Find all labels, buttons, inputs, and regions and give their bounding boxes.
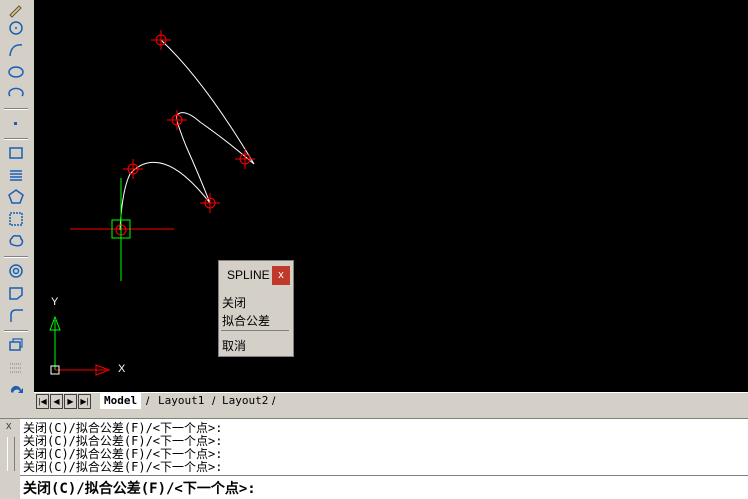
pencil-icon[interactable] (6, 0, 26, 20)
tab-layout2[interactable]: Layout2 (218, 393, 272, 409)
prev-tab-button[interactable]: ◀ (50, 394, 63, 409)
ellipse-arc-icon[interactable] (6, 84, 26, 104)
tab-divider: / (146, 394, 150, 408)
donut-icon[interactable] (6, 261, 26, 281)
command-window-handle[interactable]: x (0, 419, 20, 499)
fillet-icon[interactable] (6, 305, 26, 325)
ellipse-icon[interactable] (6, 62, 26, 82)
control-point (123, 159, 143, 179)
close-icon[interactable]: x (6, 420, 12, 432)
circle-center-icon[interactable] (6, 18, 26, 38)
next-tab-button[interactable]: ▶ (64, 394, 77, 409)
toolbar-separator (4, 108, 28, 110)
tab-divider: / (272, 394, 276, 408)
spline-curve (119, 39, 255, 231)
popup-close-button[interactable]: x (272, 266, 290, 285)
control-point (200, 193, 220, 213)
polygon-icon[interactable] (6, 187, 26, 207)
tab-divider: / (212, 394, 216, 408)
rectangle-icon[interactable] (6, 143, 26, 163)
command-window: x 关闭(C)/拟合公差(F)/<下一个点>: 关闭(C)/拟合公差(F)/<下… (0, 418, 748, 499)
redo-icon[interactable] (6, 381, 26, 401)
control-point (235, 149, 255, 169)
last-tab-button[interactable]: ▶| (78, 394, 91, 409)
layout-tab-bar: |◀ ◀ ▶ ▶| Model / Layout1 / Layout2 / (34, 392, 748, 410)
drawing-canvas[interactable]: Y X (34, 0, 748, 392)
draw-toolbar (0, 0, 35, 418)
popup-item-close[interactable]: 关闭 (222, 294, 246, 311)
popup-item-cancel[interactable]: 取消 (222, 337, 246, 354)
tab-layout1[interactable]: Layout1 (154, 393, 208, 409)
block-icon[interactable] (6, 335, 26, 355)
first-tab-button[interactable]: |◀ (36, 394, 49, 409)
axis-y-label: Y (51, 296, 59, 308)
region-icon[interactable] (6, 209, 26, 229)
popup-item-fit-tolerance[interactable]: 拟合公差 (222, 312, 270, 329)
drawing-area (49, 30, 255, 376)
command-window-grip[interactable] (7, 437, 15, 471)
revcloud-icon[interactable] (6, 231, 26, 251)
popup-separator (221, 330, 289, 331)
command-input[interactable]: 关闭(C)/拟合公差(F)/<下一个点>: (20, 475, 748, 498)
point-icon[interactable] (6, 114, 26, 134)
tab-model[interactable]: Model (100, 393, 142, 409)
arc-icon[interactable] (6, 40, 26, 60)
table-icon[interactable] (6, 357, 26, 377)
popup-title: SPLINE (227, 268, 270, 282)
hatch-icon[interactable] (6, 165, 26, 185)
wipeout-icon[interactable] (6, 283, 26, 303)
toolbar-separator (4, 138, 28, 140)
toolbar-separator (4, 256, 28, 258)
axis-x-label: X (118, 363, 126, 375)
toolbar-separator (4, 330, 28, 332)
command-history-line: 关闭(C)/拟合公差(F)/<下一个点>: (23, 460, 223, 474)
spline-popup: SPLINE x 关闭 拟合公差 取消 (218, 260, 294, 357)
crosshair-cursor (70, 178, 174, 281)
ucs-icon (49, 315, 111, 376)
horizontal-scrollbar-area (0, 409, 748, 418)
command-prompt: 关闭(C)/拟合公差(F)/<下一个点>: (23, 481, 256, 497)
